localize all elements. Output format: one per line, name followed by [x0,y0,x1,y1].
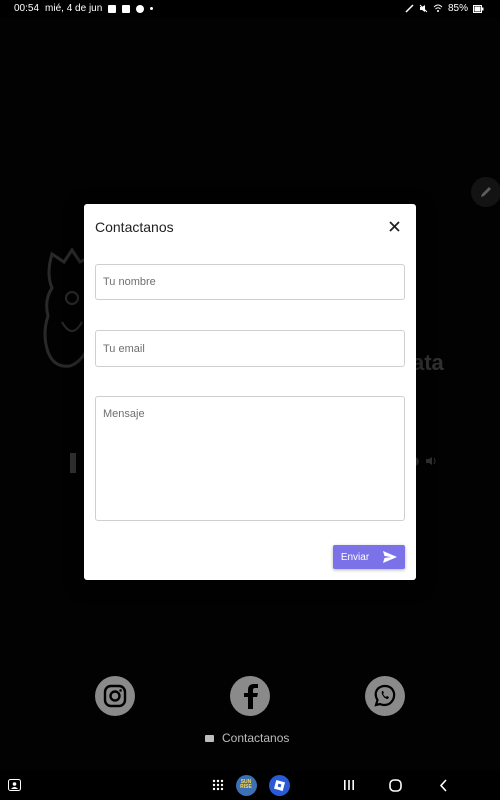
message-field[interactable] [95,396,405,521]
send-icon [383,551,398,563]
roblox-app-button[interactable] [268,770,290,800]
recents-button[interactable] [338,770,360,800]
send-label: Enviar [340,551,370,563]
sunrise-app-button[interactable]: SUN RISE [235,770,257,800]
status-left: 00:54 mié, 4 de jun [14,3,154,14]
battery-icon [473,4,484,13]
message-textarea[interactable] [96,397,404,520]
apps-grid-button[interactable] [208,770,228,800]
close-button[interactable] [384,216,404,236]
pen-icon [405,4,414,13]
whatsapp-button[interactable] [365,676,405,716]
battery-percent: 85% [447,3,468,14]
screenshot-icon [7,779,21,791]
sunrise-app-icon: SUN RISE [235,774,257,796]
status-bar: 00:54 mié, 4 de jun 85% [0,0,500,18]
wifi-icon [433,4,443,12]
apps-grid-icon [212,779,224,791]
instagram-button[interactable] [95,676,135,716]
instagram-icon [103,684,127,708]
email-field[interactable] [95,330,405,367]
footer-contact-link[interactable]: Contactanos [205,731,289,745]
status-right: 85% [405,3,484,14]
close-icon [388,220,400,232]
contact-icon [122,4,131,13]
more-dot-icon [150,7,154,10]
status-date: mié, 4 de jun [45,3,103,14]
facebook-button[interactable] [230,676,270,716]
contact-dialog: Contactanos Enviar [84,204,416,580]
name-field[interactable] [95,264,405,300]
dialog-title: Contactanos [95,219,174,235]
mail-icon [205,734,214,742]
social-links [0,676,500,716]
send-button[interactable]: Enviar [333,545,405,569]
footer-contact-label: Contactanos [222,731,290,745]
status-time: 00:54 [14,3,40,14]
roblox-app-icon [268,774,290,796]
back-button[interactable] [432,770,454,800]
name-input[interactable] [96,265,404,299]
home-button[interactable] [384,770,406,800]
whatsapp-icon [374,684,396,707]
navigation-bar: SUN RISE [0,770,500,800]
facebook-icon [244,684,258,709]
dnd-icon [136,4,145,13]
home-icon [388,778,402,792]
image-icon [108,4,117,13]
back-icon [439,778,447,792]
recents-icon [344,780,354,790]
email-input[interactable] [96,331,404,366]
screenshot-button[interactable] [4,770,24,800]
mute-icon [419,4,428,13]
